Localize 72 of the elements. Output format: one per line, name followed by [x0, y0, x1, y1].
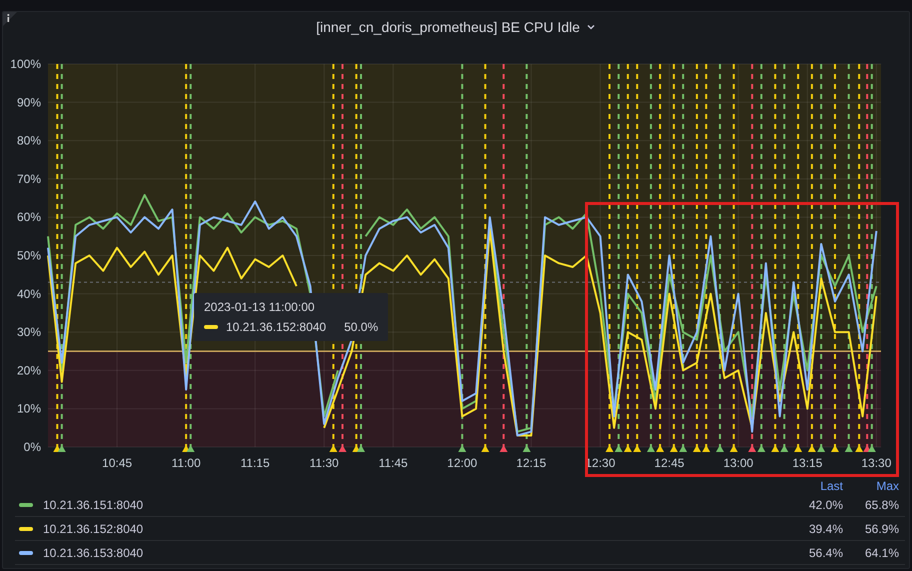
legend-value: 65.8% — [864, 498, 900, 512]
x-axis-label: 12:00 — [447, 456, 478, 470]
legend-series-name[interactable]: 10.21.36.153:8040 — [43, 546, 144, 560]
legend-value: 56.9% — [864, 522, 900, 536]
legend-value: 56.4% — [808, 546, 844, 560]
annotation-marker[interactable] — [702, 64, 710, 452]
y-axis-label: 90% — [16, 95, 41, 110]
annotation-marker[interactable] — [757, 64, 766, 452]
annotation-marker[interactable] — [646, 64, 655, 452]
annotation-marker[interactable] — [692, 64, 701, 452]
annotation-marker[interactable] — [458, 64, 466, 452]
annotation-marker[interactable] — [830, 64, 839, 452]
annotation-marker[interactable] — [808, 64, 816, 452]
annotation-marker[interactable] — [624, 64, 632, 452]
annotation-marker[interactable] — [656, 64, 664, 452]
tooltip-value: 50.0% — [344, 320, 378, 334]
tooltip-series: 10.21.36.152:8040 — [226, 320, 326, 334]
annotation-marker[interactable] — [716, 64, 724, 452]
x-axis-label: 13:30 — [861, 456, 892, 470]
legend-value: 64.1% — [864, 546, 900, 560]
y-axis-label: 70% — [16, 172, 41, 186]
info-icon[interactable] — [3, 12, 17, 26]
x-axis-label: 12:30 — [585, 456, 616, 470]
legend-value: 39.4% — [808, 522, 844, 536]
annotation-marker[interactable] — [771, 64, 780, 452]
annotation-marker[interactable] — [186, 64, 195, 452]
legend-value: 42.0% — [808, 498, 844, 512]
annotation-marker[interactable] — [748, 64, 756, 452]
legend-column-header[interactable]: Last — [820, 478, 843, 492]
y-axis-label: 30% — [16, 325, 41, 340]
x-axis-label: 13:00 — [723, 456, 754, 470]
annotation-marker[interactable] — [794, 64, 802, 452]
panel-title[interactable]: [inner_cn_doris_prometheus] BE CPU Idle — [312, 18, 600, 34]
y-axis-label: 20% — [16, 363, 41, 378]
x-axis-label: 11:45 — [378, 456, 408, 470]
x-axis-label: 10:45 — [102, 456, 132, 470]
y-axis-label: 40% — [16, 286, 41, 301]
annotation-marker[interactable] — [522, 64, 531, 452]
annotation-marker[interactable] — [606, 64, 614, 452]
annotation-marker[interactable] — [670, 64, 678, 452]
y-axis-label: 0% — [24, 440, 41, 454]
x-axis-label: 12:45 — [654, 456, 684, 470]
annotation-marker[interactable] — [679, 64, 688, 452]
annotation-marker[interactable] — [817, 64, 826, 452]
annotation-marker[interactable] — [730, 64, 738, 452]
annotation-marker[interactable] — [500, 64, 508, 452]
y-axis-label: 50% — [16, 248, 41, 262]
x-axis-label: 12:15 — [516, 456, 546, 470]
x-axis-label: 11:00 — [172, 456, 201, 470]
annotation-marker[interactable] — [855, 64, 864, 452]
tooltip-time: 2023-01-13 11:00:00 — [204, 300, 316, 314]
annotation-marker[interactable] — [868, 64, 876, 452]
x-axis-label: 13:15 — [792, 456, 822, 470]
legend-series-name[interactable]: 10.21.36.152:8040 — [43, 522, 144, 536]
annotation-marker[interactable] — [182, 64, 190, 452]
annotation-marker[interactable] — [614, 64, 623, 452]
y-axis-label: 100% — [10, 57, 41, 71]
y-axis-label: 80% — [16, 134, 41, 148]
x-axis-label: 11:30 — [310, 456, 339, 470]
y-axis-label: 60% — [16, 210, 41, 224]
annotation-marker[interactable] — [780, 64, 788, 452]
y-axis-label: 10% — [16, 402, 41, 416]
annotation-marker[interactable] — [53, 64, 62, 452]
annotation-marker[interactable] — [633, 64, 642, 452]
legend-series-name[interactable]: 10.21.36.151:8040 — [43, 498, 144, 512]
annotation-marker[interactable] — [481, 64, 490, 452]
annotation-marker[interactable] — [844, 64, 853, 452]
annotation-marker[interactable] — [58, 64, 66, 452]
x-axis-label: 11:15 — [240, 456, 270, 470]
annotation-marker[interactable] — [863, 64, 872, 452]
chevron-down-icon — [586, 22, 596, 30]
legend-column-header[interactable]: Max — [876, 478, 899, 492]
